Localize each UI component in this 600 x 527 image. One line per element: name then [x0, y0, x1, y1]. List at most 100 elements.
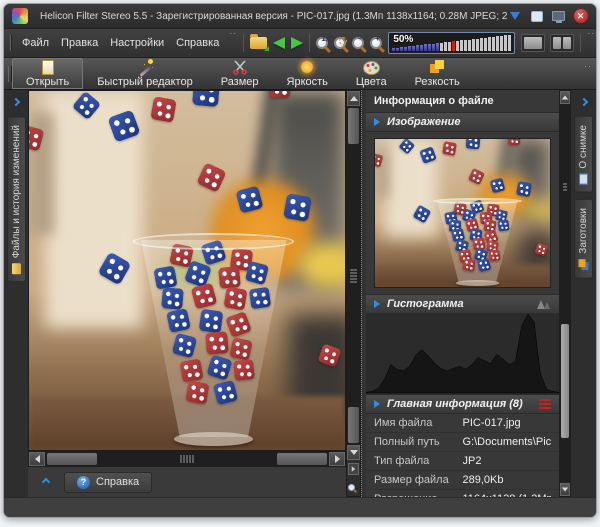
expand-right-panel-button[interactable]	[576, 94, 592, 110]
scroll-left-button[interactable]	[29, 452, 45, 466]
tab-brightness-label: Яркость	[287, 76, 328, 88]
close-button[interactable]: ✕	[573, 9, 588, 23]
die	[317, 343, 341, 367]
vertical-scrollbar[interactable]	[346, 90, 361, 497]
zoom-bar	[508, 35, 511, 51]
menu-settings[interactable]: Настройки	[110, 37, 164, 49]
tab-open-label: Открыть	[26, 76, 69, 88]
row-label: Полный путь	[374, 436, 463, 448]
vertical-scroll-track[interactable]	[347, 106, 360, 445]
split-view-button[interactable]	[550, 34, 574, 52]
panel-scroll-track[interactable]	[560, 104, 570, 483]
zoom-level-slider[interactable]: 50%	[388, 32, 515, 54]
tab-size[interactable]: Размер	[207, 58, 273, 89]
scroll-down-button[interactable]	[347, 445, 360, 460]
pan-button[interactable]	[348, 463, 359, 475]
vertical-scroll-thumb[interactable]	[348, 108, 359, 144]
redo-button[interactable]	[291, 33, 303, 53]
question-mark-icon: ?	[77, 476, 90, 489]
open-file-button[interactable]	[250, 33, 267, 53]
tab-colors-label: Цвета	[356, 76, 387, 88]
triangle-up-icon	[562, 96, 568, 100]
die	[508, 139, 520, 145]
toolbar-separator	[309, 34, 310, 52]
section-histogram-label: Гистограмма	[387, 298, 530, 310]
sidebar-tab-files-history[interactable]: Файлы и история изменений	[7, 116, 26, 282]
expand-bottom-panel-button[interactable]	[38, 474, 54, 490]
panel-scroll-down-button[interactable]	[560, 483, 570, 496]
expand-left-panel-button[interactable]	[8, 94, 24, 110]
tab-sharpness[interactable]: Резкость	[401, 58, 474, 89]
tabbar-overflow-dots[interactable]: ··	[584, 62, 592, 70]
title-bar[interactable]: Helicon Filter Stereo 5.5 - Зарегистриро…	[4, 4, 596, 29]
palette-icon	[363, 59, 380, 75]
menu-edit[interactable]: Правка	[61, 37, 98, 49]
scroll-up-button[interactable]	[347, 91, 360, 106]
main-toolbar: Файл Правка Настройки Справка ·· 1:1 − +…	[4, 29, 596, 58]
layers-icon	[579, 259, 589, 270]
die	[107, 109, 141, 143]
tab-brightness[interactable]: Яркость	[273, 58, 342, 89]
horizontal-scroll-track[interactable]	[45, 452, 329, 466]
maximize-button[interactable]	[529, 9, 544, 23]
horizontal-scroll-thumb-right[interactable]	[277, 453, 327, 465]
section-main-info-label: Главная информация (8)	[387, 398, 532, 410]
row-value: 289,0Kb	[463, 474, 552, 486]
triangle-up-icon	[350, 96, 358, 101]
menu-file[interactable]: Файл	[22, 37, 49, 49]
vertical-scroll-thumb-bottom[interactable]	[348, 407, 359, 443]
histogram-scale-icon[interactable]	[537, 299, 551, 309]
expand-triangle-icon	[374, 300, 380, 308]
sidebar-tab-presets[interactable]: Заготовки	[574, 199, 593, 279]
die	[442, 141, 457, 156]
zoom-bar	[448, 42, 451, 51]
expand-triangle-icon	[374, 118, 380, 126]
tab-sharpness-label: Резкость	[415, 76, 460, 88]
split-pane-icon-left	[553, 37, 561, 49]
tab-quick-editor[interactable]: Быстрый редактор	[83, 58, 207, 89]
undo-button[interactable]	[273, 33, 285, 53]
split-pane-icon-right	[563, 37, 571, 49]
histogram-chart	[366, 314, 559, 394]
zoom-actual-button[interactable]: 1:1	[316, 33, 328, 53]
chevron-up-icon	[42, 478, 50, 486]
section-histogram-header[interactable]: Гистограмма	[366, 294, 559, 314]
section-image-header[interactable]: Изображение	[366, 112, 559, 132]
single-view-button[interactable]	[521, 34, 545, 52]
zoom-in-button[interactable]: +	[370, 33, 382, 53]
panel-scroll-up-button[interactable]	[560, 91, 570, 104]
die	[235, 185, 263, 213]
file-info-row: Разрешение1164x1138 (1.3Mp)	[366, 490, 559, 497]
minimize-button[interactable]	[507, 9, 522, 23]
zoom-fit-button[interactable]	[334, 33, 346, 53]
scroll-right-button[interactable]	[329, 452, 345, 466]
menu-overflow-dots[interactable]: ··	[229, 29, 237, 37]
magic-wand-icon	[137, 59, 153, 75]
toolbar-grip[interactable]	[10, 35, 12, 51]
section-image-label: Изображение	[387, 116, 551, 128]
zoom-out-button[interactable]: −	[352, 33, 364, 53]
zoom-bar	[452, 41, 455, 51]
fullscreen-button[interactable]	[551, 9, 566, 23]
section-main-info-header[interactable]: Главная информация (8)	[366, 394, 559, 414]
panel-scroll-thumb[interactable]	[561, 324, 569, 438]
image-thumbnail[interactable]	[374, 138, 551, 288]
zoom-bar	[420, 45, 423, 51]
filter-tab-bar: Открыть Быстрый редактор Размер Яркость …	[4, 58, 596, 90]
sidebar-tab-about-photo[interactable]: О снимке	[574, 116, 593, 193]
tab-colors[interactable]: Цвета	[342, 58, 401, 89]
triangle-right-icon	[335, 455, 340, 463]
help-tab[interactable]: ? Справка	[64, 472, 152, 493]
tab-open[interactable]: Открыть	[12, 58, 83, 89]
zoom-bar	[504, 35, 507, 51]
list-icon[interactable]	[539, 399, 551, 409]
panel-scrollbar[interactable]	[559, 90, 571, 497]
menu-help[interactable]: Справка	[176, 37, 219, 49]
open-page-icon	[42, 59, 54, 75]
die	[413, 205, 432, 224]
horizontal-scrollbar[interactable]	[28, 451, 346, 467]
horizontal-scroll-thumb[interactable]	[47, 453, 97, 465]
toolbar-overflow-dots[interactable]: ··	[587, 29, 595, 37]
image-viewport[interactable]	[28, 90, 346, 451]
expand-triangle-icon	[374, 400, 380, 408]
